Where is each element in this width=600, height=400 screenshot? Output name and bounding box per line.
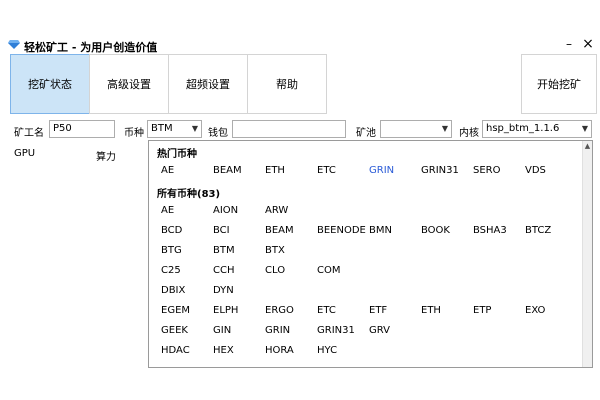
coin-option[interactable]: AION xyxy=(213,205,238,216)
coin-option[interactable]: VDS xyxy=(525,165,546,176)
chevron-down-icon: ▼ xyxy=(191,124,198,133)
hashrate-column-header: 算力 xyxy=(96,152,116,163)
coin-option[interactable]: AE xyxy=(161,205,174,216)
coin-option[interactable]: BEAM xyxy=(265,225,294,236)
coin-option[interactable]: DBIX xyxy=(161,285,185,296)
coin-option[interactable]: CLO xyxy=(265,265,285,276)
coin-option[interactable]: C25 xyxy=(161,265,181,276)
wallet-label: 钱包 xyxy=(208,128,228,139)
close-button[interactable]: × xyxy=(580,36,596,54)
kernel-label: 内核 xyxy=(459,128,479,139)
dropdown-scrollbar[interactable]: ▲ xyxy=(582,141,592,367)
coin-option[interactable]: ELPH xyxy=(213,305,238,316)
coin-option[interactable]: HEX xyxy=(213,345,234,356)
coin-option[interactable]: COM xyxy=(317,265,340,276)
coin-option[interactable]: HDAC xyxy=(161,345,190,356)
coin-select[interactable]: BTM ▼ xyxy=(147,120,202,138)
hot-coins-title: 热门币种 xyxy=(157,149,197,160)
main-window: 轻松矿工 - 为用户创造价值 – × 挖矿状态 高级设置 超频设置 帮助 开始挖… xyxy=(0,0,600,368)
coin-option[interactable]: BCD xyxy=(161,225,182,236)
start-mining-button[interactable]: 开始挖矿 xyxy=(521,54,597,114)
coin-option[interactable]: GEEK xyxy=(161,325,188,336)
coin-option[interactable]: SERO xyxy=(473,165,501,176)
coin-option[interactable]: BEENODE xyxy=(317,225,366,236)
coin-option[interactable]: AE xyxy=(161,165,174,176)
gpu-column-header: GPU xyxy=(14,148,36,159)
pool-label: 矿池 xyxy=(356,128,376,139)
all-coins-title: 所有币种(83) xyxy=(157,189,221,200)
coin-option[interactable]: HYC xyxy=(317,345,337,356)
scroll-up-arrow-icon[interactable]: ▲ xyxy=(583,142,592,150)
coin-option[interactable]: BTG xyxy=(161,245,182,256)
coin-option[interactable]: ETF xyxy=(369,305,387,316)
coin-option[interactable]: DYN xyxy=(213,285,234,296)
coin-option[interactable]: CCH xyxy=(213,265,234,276)
coin-option[interactable]: EXO xyxy=(525,305,545,316)
coin-option[interactable]: ARW xyxy=(265,205,288,216)
window-title: 轻松矿工 - 为用户创造价值 xyxy=(24,41,158,54)
pool-select[interactable]: ▼ xyxy=(380,120,452,138)
chevron-down-icon: ▼ xyxy=(581,124,588,133)
coin-option[interactable]: ERGO xyxy=(265,305,294,316)
title-bar: 轻松矿工 - 为用户创造价值 – × xyxy=(0,36,600,56)
coin-option[interactable]: GRIN31 xyxy=(317,325,355,336)
settings-row: 矿工名 P50 币种 BTM ▼ 钱包 矿池 ▼ 内核 hsp_btm_1.1.… xyxy=(0,120,600,142)
coin-option[interactable]: BMN xyxy=(369,225,392,236)
coin-option[interactable]: GRIN xyxy=(369,165,394,176)
coin-option[interactable]: EGEM xyxy=(161,305,190,316)
tab-mine-status[interactable]: 挖矿状态 xyxy=(10,54,90,114)
miner-name-label: 矿工名 xyxy=(14,128,44,139)
coin-select-value: BTM xyxy=(151,123,173,134)
minimize-button[interactable]: – xyxy=(562,37,576,53)
coin-option[interactable]: BTM xyxy=(213,245,235,256)
kernel-select-value: hsp_btm_1.1.6 xyxy=(486,123,560,134)
coin-option[interactable]: BOOK xyxy=(421,225,450,236)
coin-option[interactable]: ETC xyxy=(317,305,336,316)
coin-label: 币种 xyxy=(124,128,144,139)
coin-option[interactable]: BSHA3 xyxy=(473,225,507,236)
coin-option[interactable]: BEAM xyxy=(213,165,242,176)
tab-advanced-settings[interactable]: 高级设置 xyxy=(89,54,169,114)
coin-option[interactable]: BCI xyxy=(213,225,230,236)
miner-name-input[interactable]: P50 xyxy=(49,120,115,138)
coin-option[interactable]: ETH xyxy=(421,305,441,316)
tab-help[interactable]: 帮助 xyxy=(247,54,327,114)
coin-option[interactable]: GRV xyxy=(369,325,390,336)
wallet-input[interactable] xyxy=(232,120,346,138)
coin-option[interactable]: GRIN31 xyxy=(421,165,459,176)
coin-option[interactable]: ETP xyxy=(473,305,491,316)
coin-option[interactable]: ETH xyxy=(265,165,285,176)
coin-option[interactable]: BTCZ xyxy=(525,225,551,236)
coin-dropdown-list[interactable]: 热门币种 所有币种(83) ▲ AE BEAM ETH ETC GRIN GRIN31 SE… xyxy=(148,140,593,368)
coin-option[interactable]: GIN xyxy=(213,325,231,336)
chevron-down-icon: ▼ xyxy=(441,124,448,133)
diamond-logo-icon xyxy=(8,40,20,49)
coin-option[interactable]: BTX xyxy=(265,245,285,256)
coin-option[interactable]: GRIN xyxy=(265,325,290,336)
tab-overclock-settings[interactable]: 超频设置 xyxy=(168,54,248,114)
coin-option[interactable]: ETC xyxy=(317,165,336,176)
kernel-select[interactable]: hsp_btm_1.1.6 ▼ xyxy=(482,120,592,138)
coin-option[interactable]: HORA xyxy=(265,345,294,356)
toolbar: 挖矿状态 高级设置 超频设置 帮助 开始挖矿 xyxy=(0,54,600,116)
